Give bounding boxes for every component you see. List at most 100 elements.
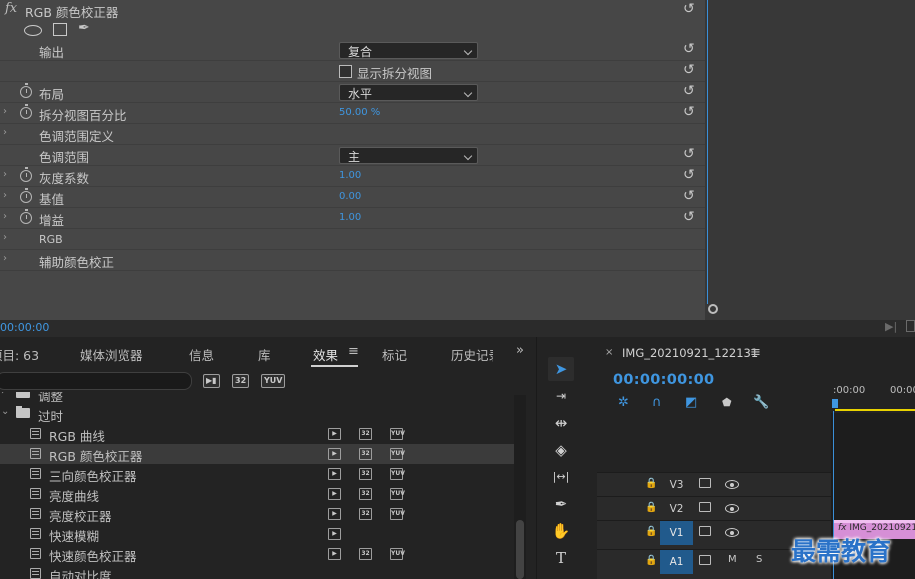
list-item[interactable]: 快速模糊 ▶ xyxy=(0,524,514,544)
sync-lock-icon[interactable] xyxy=(699,526,711,536)
yuv-effects-icon[interactable]: YUV xyxy=(261,374,286,388)
reset-icon[interactable]: ↺ xyxy=(683,41,695,57)
effect-controls-timecode[interactable]: 00:00:00 xyxy=(0,321,49,334)
stopwatch-icon[interactable] xyxy=(20,167,32,182)
sequence-tab[interactable]: IMG_20210921_122131 xyxy=(622,346,758,360)
chevron-right-icon[interactable]: › xyxy=(3,127,7,138)
lock-icon[interactable]: 🔒 xyxy=(645,555,657,566)
keyframe-zoom-handle[interactable] xyxy=(708,304,718,314)
selection-tool-icon[interactable]: ➤ xyxy=(548,357,574,381)
snap-magnet-icon[interactable]: ∩ xyxy=(652,395,662,410)
tab-media-browser[interactable]: 媒体浏览器 xyxy=(80,345,143,364)
timeline-playhead-handle[interactable] xyxy=(832,399,838,408)
list-item[interactable]: ⌄ 过时 xyxy=(0,404,514,424)
pen-mask-icon[interactable]: ✒ xyxy=(78,20,90,36)
tab-project[interactable]: 项目: 63 xyxy=(0,345,39,364)
pedestal-value[interactable]: 0.00 xyxy=(339,191,361,202)
solo-button[interactable]: S xyxy=(756,554,762,565)
timeline-timecode[interactable]: 00:00:00:00 xyxy=(613,372,714,388)
sync-lock-icon[interactable] xyxy=(699,502,711,512)
32bit-effects-icon[interactable]: 32 xyxy=(232,374,250,388)
panel-menu-icon[interactable]: ≡ xyxy=(348,344,359,359)
reset-icon[interactable]: ↺ xyxy=(683,209,695,225)
tab-markers[interactable]: 标记 xyxy=(382,345,407,364)
eye-icon[interactable] xyxy=(725,480,739,489)
lock-icon[interactable]: 🔒 xyxy=(645,478,657,489)
list-item[interactable]: RGB 颜色校正器 ▶ 32 YUV xyxy=(0,444,514,464)
razor-tool-icon[interactable]: ◈ xyxy=(548,438,574,462)
list-item[interactable]: 亮度曲线 ▶ 32 YUV xyxy=(0,484,514,504)
list-item[interactable]: RGB 曲线 ▶ 32 YUV xyxy=(0,424,514,444)
reset-icon[interactable]: ↺ xyxy=(683,104,695,120)
ellipse-mask-icon[interactable] xyxy=(24,25,42,36)
reset-icon[interactable]: ↺ xyxy=(683,188,695,204)
rectangle-mask-icon[interactable] xyxy=(53,23,67,36)
effects-search-input[interactable] xyxy=(0,372,192,390)
tab-effects[interactable]: 效果 xyxy=(313,345,338,364)
effect-header-row[interactable]: fx RGB 颜色校正器 ↺ xyxy=(0,0,705,21)
mute-button[interactable]: M xyxy=(728,554,737,565)
keyframe-playhead[interactable] xyxy=(707,0,708,304)
work-area-bar[interactable] xyxy=(835,409,915,411)
reset-icon[interactable]: ↺ xyxy=(683,62,695,78)
tab-library[interactable]: 库 xyxy=(258,345,271,364)
type-tool-icon[interactable]: T xyxy=(548,546,574,570)
export-frame-icon[interactable] xyxy=(906,320,915,332)
stopwatch-icon[interactable] xyxy=(20,209,32,224)
lock-icon[interactable]: 🔒 xyxy=(645,526,657,537)
hand-tool-icon[interactable]: ✋ xyxy=(548,519,574,543)
gain-value[interactable]: 1.00 xyxy=(339,212,361,223)
linked-selection-icon[interactable]: ◩ xyxy=(685,395,697,410)
chevron-right-icon[interactable]: › xyxy=(1,392,5,397)
keyframe-area[interactable] xyxy=(705,0,915,320)
pen-tool-icon[interactable]: ✒ xyxy=(548,492,574,516)
chevron-right-icon[interactable]: › xyxy=(3,190,7,201)
slip-tool-icon[interactable]: |↔| xyxy=(548,465,574,489)
track-name-v2[interactable]: V2 xyxy=(660,497,693,521)
list-item[interactable]: 亮度校正器 ▶ 32 YUV xyxy=(0,504,514,524)
reset-icon[interactable]: ↺ xyxy=(683,146,695,162)
list-item[interactable]: 自动对比度 xyxy=(0,564,514,579)
gamma-value[interactable]: 1.00 xyxy=(339,170,361,181)
chevron-right-icon[interactable]: › xyxy=(3,211,7,222)
wrench-icon[interactable]: 🔧 xyxy=(753,395,769,410)
lock-icon[interactable]: 🔒 xyxy=(645,502,657,513)
layout-dropdown[interactable]: 水平 xyxy=(339,84,478,101)
close-icon[interactable]: × xyxy=(605,347,613,358)
stopwatch-icon[interactable] xyxy=(20,83,32,98)
track-select-tool-icon[interactable]: ⇥ xyxy=(548,384,574,408)
reset-icon[interactable]: ↺ xyxy=(683,167,695,183)
chevron-down-icon[interactable]: ⌄ xyxy=(1,406,9,417)
split-percent-value[interactable]: 50.00 % xyxy=(339,107,380,118)
list-item[interactable]: 三向颜色校正器 ▶ 32 YUV xyxy=(0,464,514,484)
tab-history[interactable]: 历史记录 xyxy=(451,345,493,364)
sync-lock-icon[interactable] xyxy=(699,555,711,565)
tab-info[interactable]: 信息 xyxy=(189,345,214,364)
track-name-a1[interactable]: A1 xyxy=(660,550,693,574)
list-item[interactable]: › 调整 xyxy=(0,392,514,404)
reset-icon[interactable]: ↺ xyxy=(683,1,695,17)
chevron-right-icon[interactable]: › xyxy=(3,169,7,180)
split-view-checkbox[interactable] xyxy=(339,65,352,78)
eye-icon[interactable] xyxy=(725,504,739,513)
fx-badge[interactable]: fx xyxy=(5,1,17,16)
panel-menu-icon[interactable]: ≡ xyxy=(750,345,761,360)
chevron-right-icon[interactable]: › xyxy=(3,253,7,264)
stopwatch-icon[interactable] xyxy=(20,104,32,119)
chevron-right-icon[interactable]: › xyxy=(3,232,7,243)
nest-icon[interactable]: ✲ xyxy=(618,395,629,410)
eye-icon[interactable] xyxy=(725,528,739,537)
add-marker-icon[interactable]: ⬟ xyxy=(722,396,732,409)
ripple-edit-tool-icon[interactable]: ⇹ xyxy=(548,411,574,435)
reset-icon[interactable]: ↺ xyxy=(683,83,695,99)
track-name-v1[interactable]: V1 xyxy=(660,521,693,545)
stopwatch-icon[interactable] xyxy=(20,188,32,203)
track-name-v3[interactable]: V3 xyxy=(660,473,693,497)
sync-lock-icon[interactable] xyxy=(699,478,711,488)
tonal-range-dropdown[interactable]: 主 xyxy=(339,147,478,164)
accelerated-effects-icon[interactable]: ▶▮ xyxy=(203,374,220,388)
list-item[interactable]: 快速颜色校正器 ▶ 32 YUV xyxy=(0,544,514,564)
more-tabs-icon[interactable]: » xyxy=(516,343,524,358)
output-dropdown[interactable]: 复合 xyxy=(339,42,478,59)
chevron-right-icon[interactable]: › xyxy=(3,106,7,117)
